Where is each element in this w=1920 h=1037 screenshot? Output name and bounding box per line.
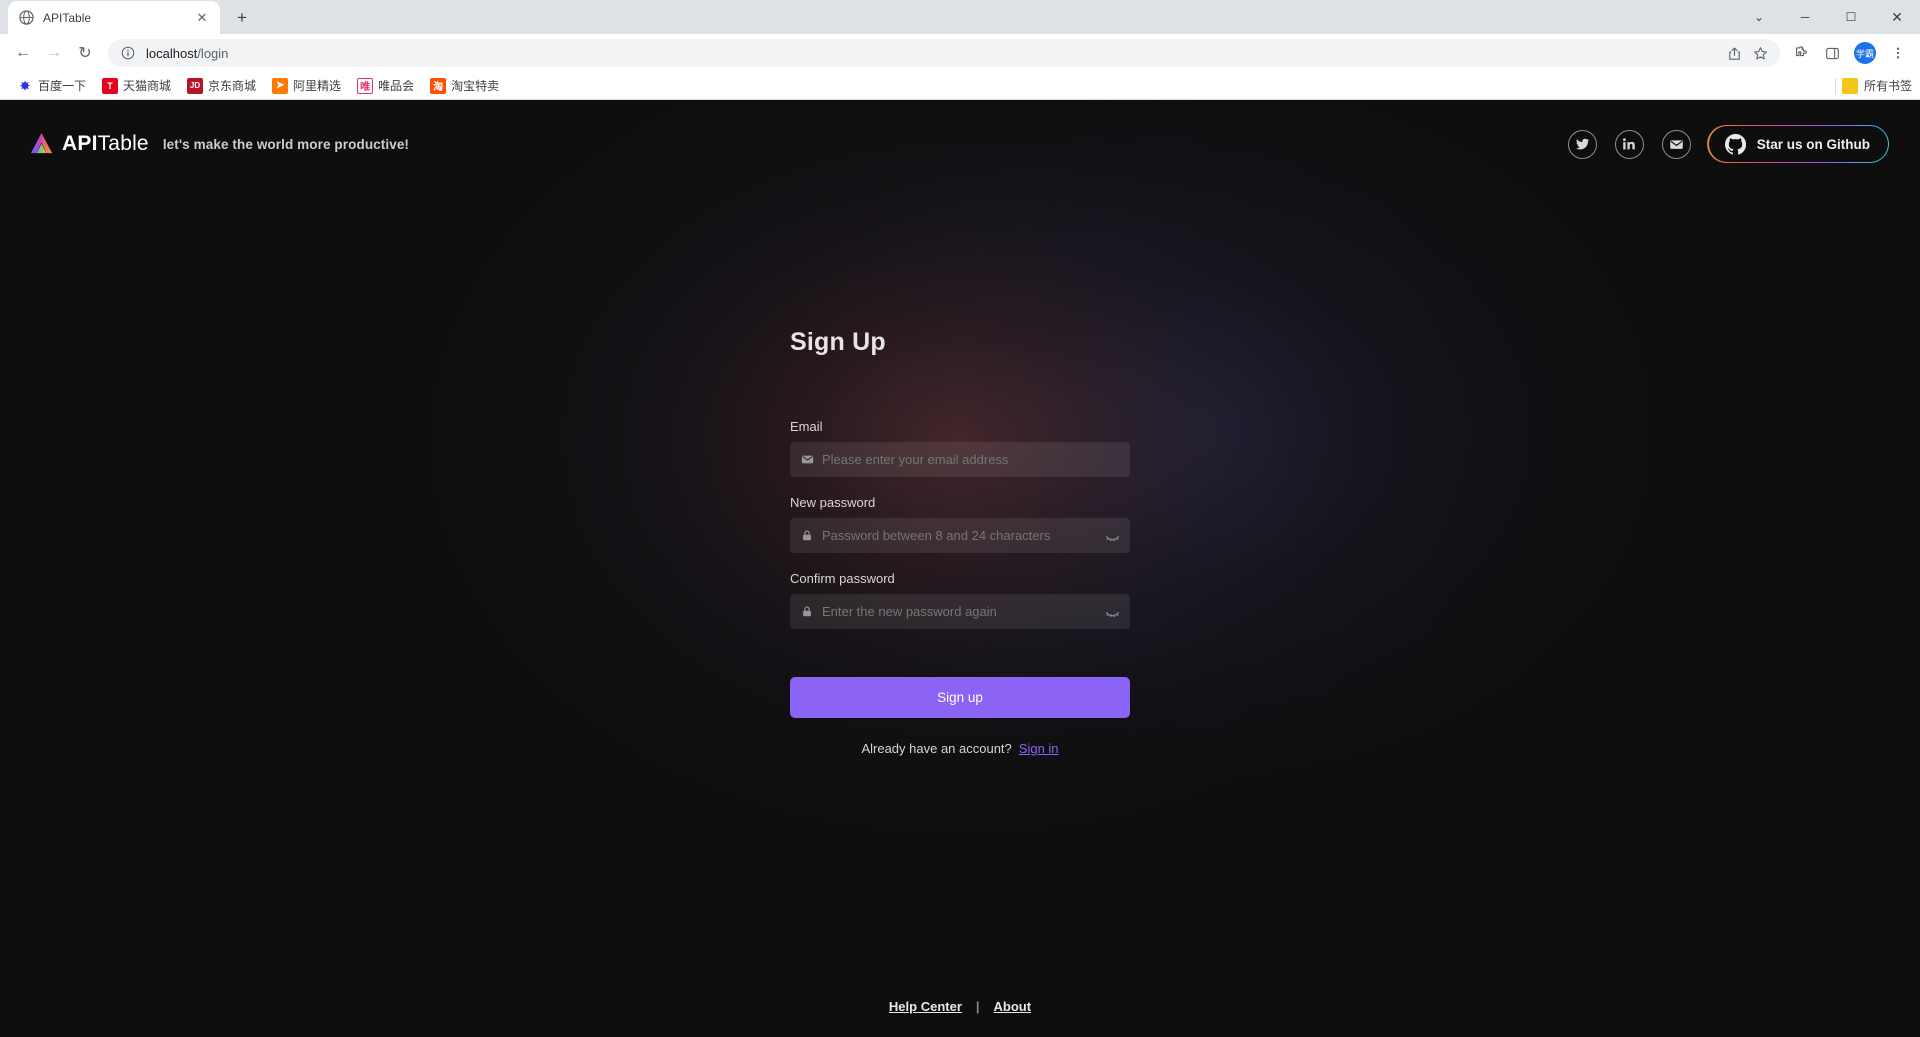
lock-icon xyxy=(800,605,814,619)
avatar[interactable]: 学霸 xyxy=(1854,42,1876,64)
bookmark-label: 唯品会 xyxy=(378,79,415,93)
bookmark-label: 淘宝特卖 xyxy=(451,79,500,93)
github-button-label: Star us on Github xyxy=(1756,136,1870,152)
bookmark-label: 百度一下 xyxy=(38,79,87,93)
main-content: Sign Up Email New password xyxy=(0,188,1920,756)
tagline: let's make the world more productive! xyxy=(162,136,410,152)
folder-icon xyxy=(1841,77,1858,94)
email-input-text[interactable] xyxy=(822,452,1120,467)
envelope-icon xyxy=(800,453,814,467)
url-text: localhost/login xyxy=(146,46,1716,61)
page-title: Sign Up xyxy=(790,328,886,356)
header-actions: Star us on Github xyxy=(1567,124,1890,164)
twitter-icon[interactable] xyxy=(1567,129,1597,159)
baidu-icon: ✸ xyxy=(17,77,33,94)
browser-tab-apitable[interactable]: APITable ✕ xyxy=(8,1,220,34)
brand-name-bold: API xyxy=(62,132,98,155)
bookmarks-bar: ✸ 百度一下 T 天猫商城 JD 京东商城 ➤ 阿里精选 唯 唯品会 淘 淘宝特… xyxy=(0,72,1920,100)
confirm-password-label: Confirm password xyxy=(790,571,895,586)
bookmark-item[interactable]: 淘 淘宝特卖 xyxy=(423,74,506,97)
reload-button[interactable]: ↻ xyxy=(70,38,100,68)
url-host: localhost xyxy=(146,45,198,61)
bookmark-label: 天猫商城 xyxy=(123,79,172,93)
puzzle-icon[interactable] xyxy=(1788,39,1816,67)
taobao-icon: 淘 xyxy=(430,77,447,94)
new-password-input[interactable] xyxy=(790,518,1130,553)
new-password-field-group: New password xyxy=(790,495,1130,553)
confirm-password-input[interactable] xyxy=(790,594,1130,629)
divider xyxy=(1834,77,1836,94)
address-bar[interactable]: localhost/login xyxy=(108,39,1780,67)
new-password-label: New password xyxy=(790,495,876,510)
lock-icon xyxy=(800,529,814,543)
vip-icon: 唯 xyxy=(357,77,374,94)
chevron-down-icon[interactable]: ⌄ xyxy=(1736,0,1782,34)
star-icon[interactable] xyxy=(1752,45,1768,61)
toolbar-actions: 学霸 xyxy=(1788,39,1912,67)
maximize-button[interactable]: ☐ xyxy=(1828,0,1874,34)
email-input[interactable] xyxy=(790,442,1130,477)
toggle-password-visibility-icon[interactable] xyxy=(1104,604,1120,620)
tab-title: APITable xyxy=(43,10,92,25)
sign-up-button[interactable]: Sign up xyxy=(790,677,1130,718)
github-icon xyxy=(1724,133,1746,155)
three-dots-icon[interactable] xyxy=(1884,39,1912,67)
email-icon[interactable] xyxy=(1661,129,1691,159)
sign-in-link[interactable]: Sign in xyxy=(1019,741,1059,756)
jd-icon: JD xyxy=(187,77,204,94)
window-close-button[interactable]: ✕ xyxy=(1874,0,1920,34)
site-header: APITable let's make the world more produ… xyxy=(0,100,1920,188)
site-footer: Help Center | About xyxy=(0,975,1920,1037)
browser-window: APITable ✕ + ⌄ ─ ☐ ✕ ← → ↻ localhost/log… xyxy=(0,0,1920,1037)
footer-divider: | xyxy=(975,998,980,1014)
bookmark-item[interactable]: ✸ 百度一下 xyxy=(10,74,93,97)
tab-strip: APITable ✕ + ⌄ ─ ☐ ✕ xyxy=(0,0,1920,34)
minimize-button[interactable]: ─ xyxy=(1782,0,1828,34)
all-bookmarks[interactable]: 所有书签 xyxy=(1834,77,1912,94)
back-button[interactable]: ← xyxy=(8,38,38,68)
email-field-group: Email xyxy=(790,419,1130,477)
new-tab-button[interactable]: + xyxy=(228,4,256,32)
page-content: APITable let's make the world more produ… xyxy=(0,100,1920,1037)
url-path: /login xyxy=(197,45,229,61)
browser-toolbar: ← → ↻ localhost/login 学霸 xyxy=(0,34,1920,72)
share-icon[interactable] xyxy=(1726,45,1742,61)
linkedin-icon[interactable] xyxy=(1614,129,1644,159)
bookmark-item[interactable]: ➤ 阿里精选 xyxy=(265,74,348,97)
forward-button[interactable]: → xyxy=(39,38,69,68)
close-icon[interactable]: ✕ xyxy=(194,10,210,26)
sign-in-prompt-row: Already have an account? Sign in xyxy=(790,741,1130,756)
brand-name: APITable xyxy=(62,132,149,156)
bookmark-item[interactable]: JD 京东商城 xyxy=(180,74,263,97)
confirm-password-field-group: Confirm password xyxy=(790,571,1130,629)
window-controls: ⌄ ─ ☐ ✕ xyxy=(1736,0,1920,34)
new-password-input-text[interactable] xyxy=(822,528,1096,543)
email-label: Email xyxy=(790,419,823,434)
bookmark-label: 京东商城 xyxy=(208,79,257,93)
alibaba-icon: ➤ xyxy=(272,77,289,94)
bookmark-label: 阿里精选 xyxy=(293,79,342,93)
signup-form: Sign Up Email New password xyxy=(790,328,1130,756)
info-circle-icon[interactable] xyxy=(120,45,136,61)
side-panel-icon[interactable] xyxy=(1818,39,1846,67)
bookmark-item[interactable]: T 天猫商城 xyxy=(95,74,178,97)
sign-in-prompt: Already have an account? xyxy=(861,741,1012,756)
toggle-password-visibility-icon[interactable] xyxy=(1104,528,1120,544)
about-link[interactable]: About xyxy=(994,999,1032,1014)
brand: APITable let's make the world more produ… xyxy=(28,132,409,156)
help-center-link[interactable]: Help Center xyxy=(889,999,962,1014)
globe-icon xyxy=(18,10,34,26)
confirm-password-input-text[interactable] xyxy=(822,604,1096,619)
tmall-icon: T xyxy=(102,77,119,94)
bookmark-item[interactable]: 唯 唯品会 xyxy=(350,74,421,97)
brand-name-light: Table xyxy=(97,132,149,155)
apitable-triangle-logo[interactable]: APITable xyxy=(28,132,149,156)
star-us-on-github-button[interactable]: Star us on Github xyxy=(1707,124,1890,164)
all-bookmarks-label: 所有书签 xyxy=(1863,79,1912,93)
